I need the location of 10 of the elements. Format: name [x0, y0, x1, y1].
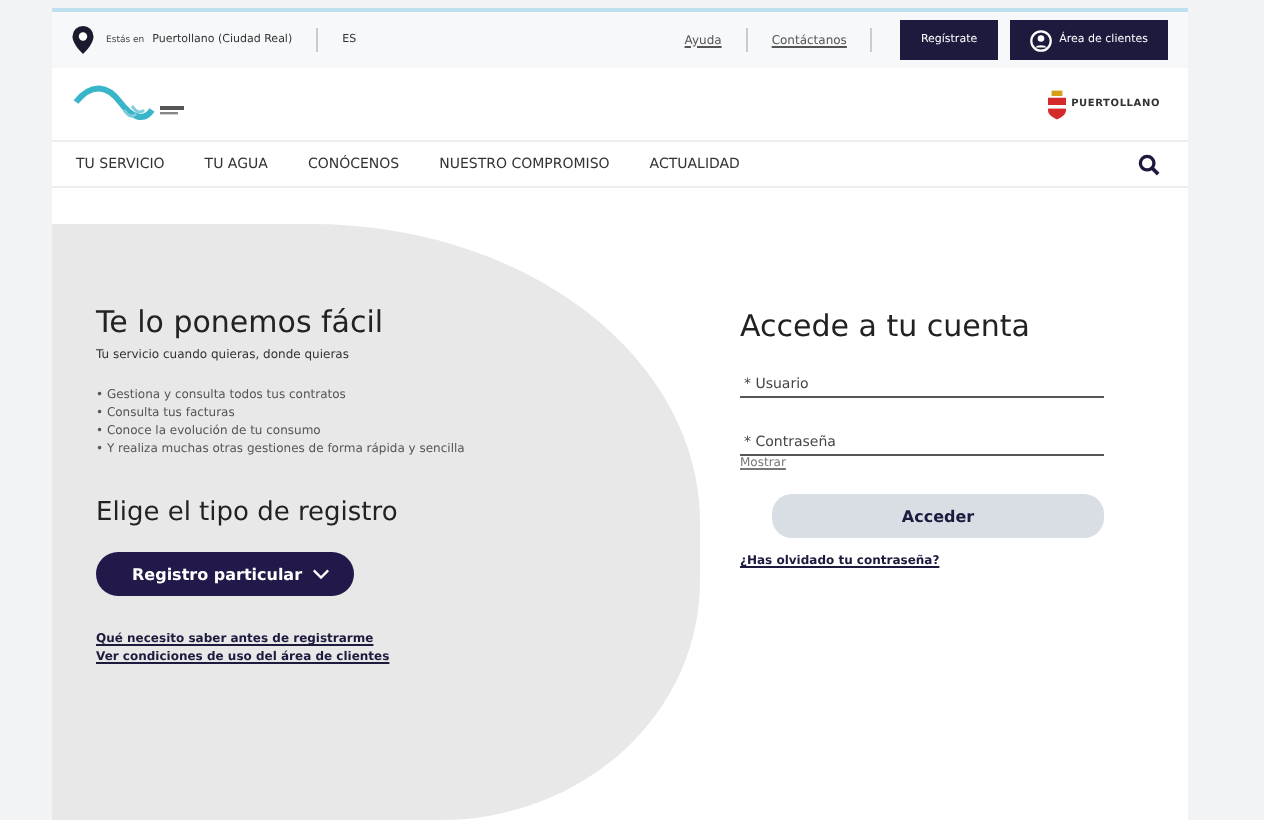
login-title: Accede a tu cuenta	[740, 308, 1032, 344]
register-title: Elige el tipo de registro	[96, 498, 400, 528]
location-pin-icon	[72, 26, 94, 54]
crest-icon	[1047, 89, 1066, 119]
register-type-dropdown[interactable]: Registro particular	[96, 552, 355, 596]
chevron-icon	[312, 568, 331, 580]
intro-title: Te lo ponemos fácil	[96, 304, 386, 340]
user-icon	[1029, 29, 1052, 51]
search-icon[interactable]	[1138, 153, 1160, 175]
login-button[interactable]: Acceder	[772, 494, 1104, 538]
